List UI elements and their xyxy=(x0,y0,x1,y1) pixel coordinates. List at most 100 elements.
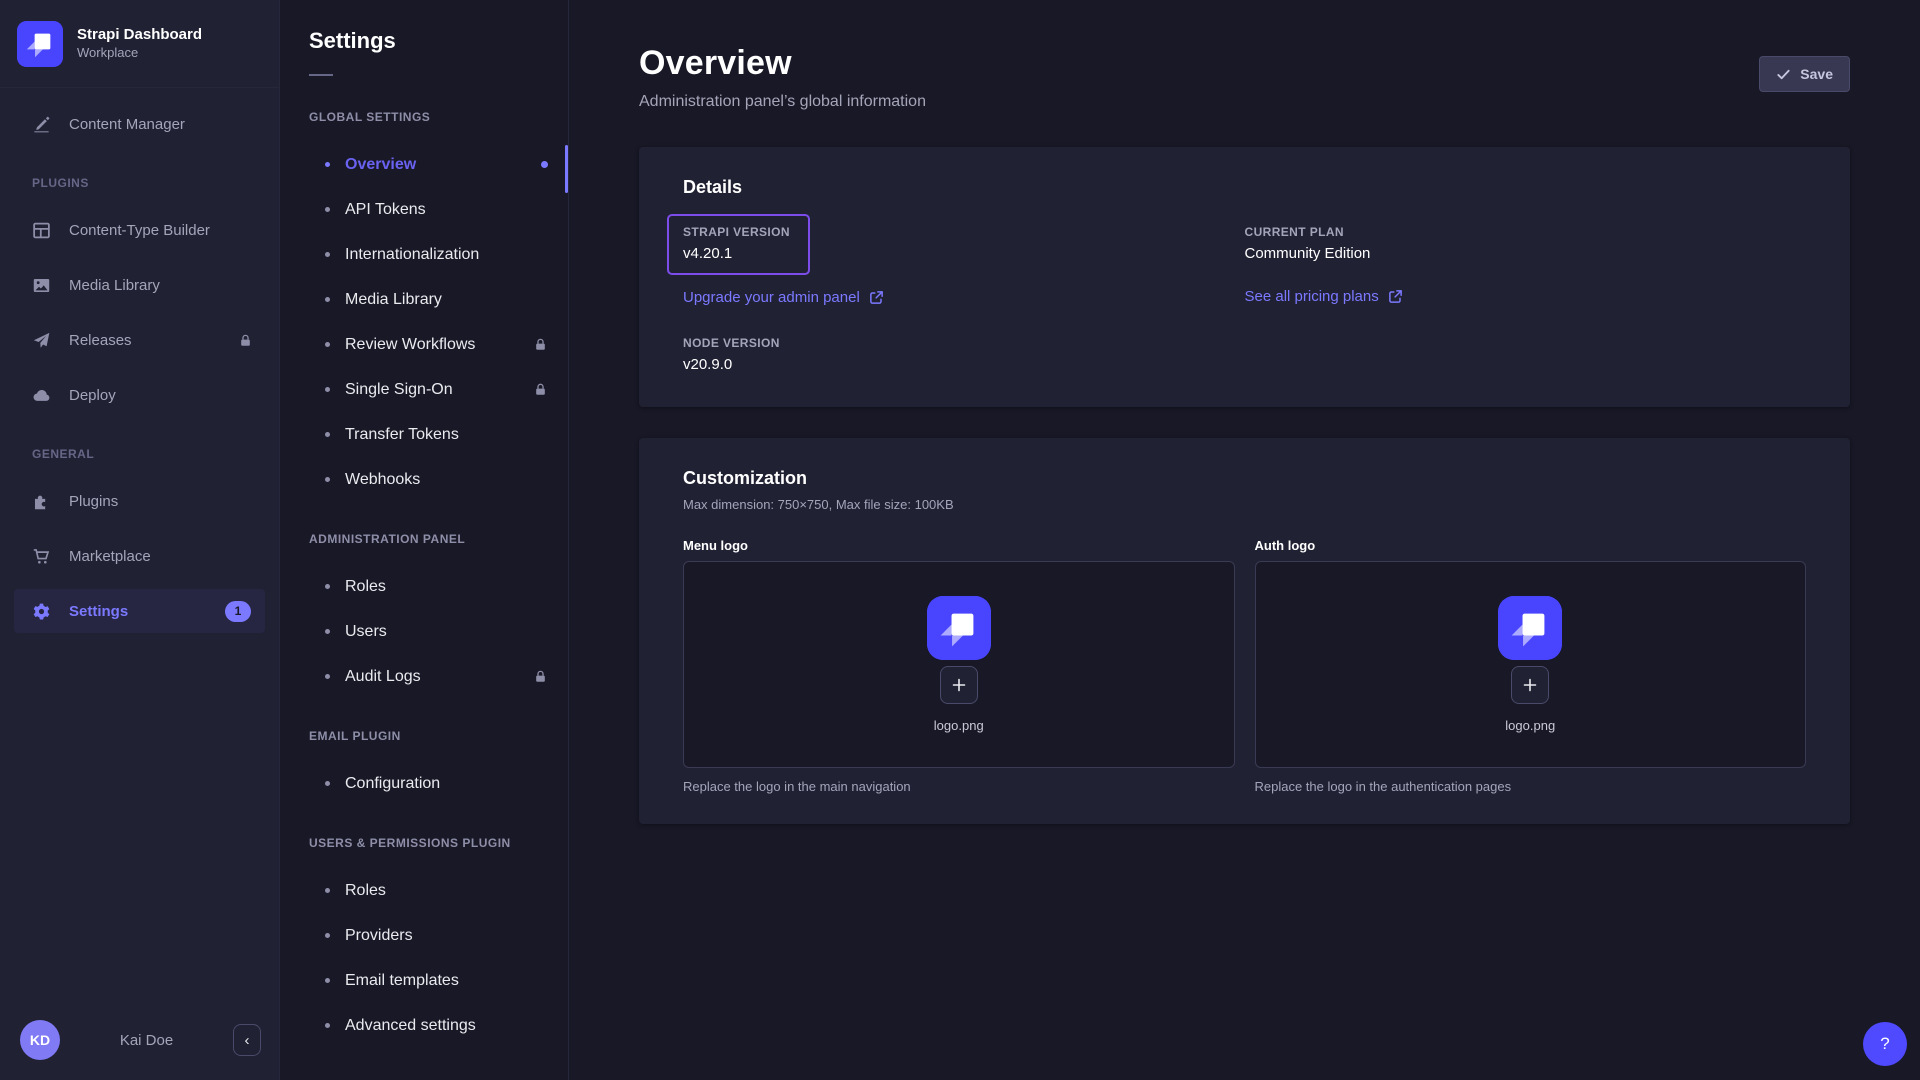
subnav-item-review-workflows[interactable]: Review Workflows xyxy=(280,322,568,367)
subnav-section-email-plugin: EMAIL PLUGIN xyxy=(280,729,568,743)
paper-plane-icon xyxy=(32,331,51,350)
menu-logo-field: Menu logo xyxy=(683,538,1235,794)
subnav-item-api-tokens[interactable]: API Tokens xyxy=(280,187,568,232)
subnav-item-label: API Tokens xyxy=(345,201,426,219)
current-plan-value: Community Edition xyxy=(1245,245,1807,262)
subnav-item-internationalization[interactable]: Internationalization xyxy=(280,232,568,277)
subnav-item-transfer-tokens[interactable]: Transfer Tokens xyxy=(280,412,568,457)
bullet-icon xyxy=(325,162,330,167)
save-button[interactable]: Save xyxy=(1759,56,1850,92)
check-icon xyxy=(1776,67,1791,82)
subnav-item-label: Review Workflows xyxy=(345,336,475,354)
bullet-icon xyxy=(325,781,330,786)
auth-logo-filename: logo.png xyxy=(1505,718,1555,733)
add-auth-logo-button[interactable] xyxy=(1511,666,1549,704)
active-item-indicator xyxy=(565,145,568,193)
lock-icon xyxy=(533,669,548,684)
sidebar-item-media-library[interactable]: Media Library xyxy=(0,263,279,307)
subnav-item-label: Webhooks xyxy=(345,471,420,489)
main-nav-list: Content Manager PLUGINS Content-Type Bui… xyxy=(0,88,279,1005)
sidebar-item-label: Settings xyxy=(69,603,128,620)
auth-logo-caption: Replace the logo in the authentication p… xyxy=(1255,779,1807,794)
subnav-item-label: Users xyxy=(345,623,387,641)
auth-logo-field: Auth logo xyxy=(1255,538,1807,794)
settings-notification-badge: 1 xyxy=(225,601,251,622)
details-right-column: CURRENT PLAN Community Edition See all p… xyxy=(1245,214,1807,373)
subnav-item-up-roles[interactable]: Roles xyxy=(280,868,568,913)
external-link-icon xyxy=(869,290,884,305)
subnav-section-users-permissions: USERS & PERMISSIONS PLUGIN xyxy=(280,836,568,850)
subnav-item-email-configuration[interactable]: Configuration xyxy=(280,761,568,806)
subnav-item-label: Media Library xyxy=(345,291,442,309)
pricing-plans-link[interactable]: See all pricing plans xyxy=(1245,288,1403,305)
bullet-icon xyxy=(325,674,330,679)
workspace-subtitle: Workplace xyxy=(77,45,202,62)
current-plan-field: CURRENT PLAN Community Edition xyxy=(1245,225,1807,262)
subnav-item-overview[interactable]: Overview xyxy=(280,142,568,187)
bullet-icon xyxy=(325,432,330,437)
subnav-item-providers[interactable]: Providers xyxy=(280,913,568,958)
user-avatar[interactable]: KD xyxy=(20,1020,60,1060)
lock-icon xyxy=(533,382,548,397)
subnav-item-media-library[interactable]: Media Library xyxy=(280,277,568,322)
strapi-logo-preview xyxy=(927,596,991,660)
subnav-item-label: Providers xyxy=(345,927,413,945)
page-subtitle: Administration panel’s global informatio… xyxy=(639,93,926,111)
subnav-item-label: Transfer Tokens xyxy=(345,426,459,444)
subnav-item-webhooks[interactable]: Webhooks xyxy=(280,457,568,502)
puzzle-icon xyxy=(32,492,51,511)
subnav-item-admin-roles[interactable]: Roles xyxy=(280,564,568,609)
menu-logo-label: Menu logo xyxy=(683,538,1235,553)
question-mark-icon: ? xyxy=(1880,1034,1889,1054)
sidebar-item-label: Deploy xyxy=(69,387,116,404)
lock-icon xyxy=(533,337,548,352)
bullet-icon xyxy=(325,207,330,212)
subnav-item-audit-logs[interactable]: Audit Logs xyxy=(280,654,568,699)
subnav-section-administration-panel: ADMINISTRATION PANEL xyxy=(280,532,568,546)
sidebar-item-label: Content-Type Builder xyxy=(69,222,210,239)
sidebar-item-plugins[interactable]: Plugins xyxy=(0,479,279,523)
subnav-item-single-sign-on[interactable]: Single Sign-On xyxy=(280,367,568,412)
save-button-label: Save xyxy=(1800,66,1833,82)
cart-icon xyxy=(32,547,51,566)
pricing-link-label: See all pricing plans xyxy=(1245,288,1379,305)
strapi-version-highlight: STRAPI VERSION v4.20.1 xyxy=(667,214,810,275)
subnav-item-admin-users[interactable]: Users xyxy=(280,609,568,654)
add-menu-logo-button[interactable] xyxy=(940,666,978,704)
pencil-icon xyxy=(32,115,51,134)
gear-icon xyxy=(32,602,51,621)
customization-constraints: Max dimension: 750×750, Max file size: 1… xyxy=(683,497,1806,512)
sidebar-item-deploy[interactable]: Deploy xyxy=(0,373,279,417)
external-link-icon xyxy=(1388,289,1403,304)
subnav-item-email-templates[interactable]: Email templates xyxy=(280,958,568,1003)
help-button[interactable]: ? xyxy=(1863,1022,1907,1066)
sidebar-item-settings[interactable]: Settings 1 xyxy=(14,589,265,633)
workspace-title: Strapi Dashboard xyxy=(77,25,202,45)
bullet-icon xyxy=(325,1023,330,1028)
bullet-icon xyxy=(325,387,330,392)
menu-logo-upload-box[interactable]: logo.png xyxy=(683,561,1235,768)
current-plan-label: CURRENT PLAN xyxy=(1245,225,1807,239)
notification-dot-icon xyxy=(541,161,548,168)
bullet-icon xyxy=(325,477,330,482)
subnav-item-label: Overview xyxy=(345,156,416,174)
sidebar-item-label: Plugins xyxy=(69,493,118,510)
sidebar-item-releases[interactable]: Releases xyxy=(0,318,279,362)
sidebar-item-content-type-builder[interactable]: Content-Type Builder xyxy=(0,208,279,252)
node-version-label: NODE VERSION xyxy=(683,336,1245,350)
node-version-field: NODE VERSION v20.9.0 xyxy=(683,336,1245,373)
upgrade-admin-panel-link[interactable]: Upgrade your admin panel xyxy=(683,289,884,306)
auth-logo-upload-box[interactable]: logo.png xyxy=(1255,561,1807,768)
workspace-brand[interactable]: Strapi Dashboard Workplace xyxy=(0,0,279,88)
layout-grid-icon xyxy=(32,221,51,240)
strapi-version-label: STRAPI VERSION xyxy=(683,225,790,239)
collapse-sidebar-button[interactable]: ‹ xyxy=(233,1024,261,1056)
bullet-icon xyxy=(325,252,330,257)
subnav-item-label: Roles xyxy=(345,882,386,900)
sidebar-item-marketplace[interactable]: Marketplace xyxy=(0,534,279,578)
subnav-item-advanced-settings[interactable]: Advanced settings xyxy=(280,1003,568,1048)
sidebar-item-content-manager[interactable]: Content Manager xyxy=(0,102,279,146)
subnav-divider xyxy=(309,74,333,76)
subnav-item-label: Internationalization xyxy=(345,246,479,264)
details-left-column: STRAPI VERSION v4.20.1 Upgrade your admi… xyxy=(683,214,1245,373)
